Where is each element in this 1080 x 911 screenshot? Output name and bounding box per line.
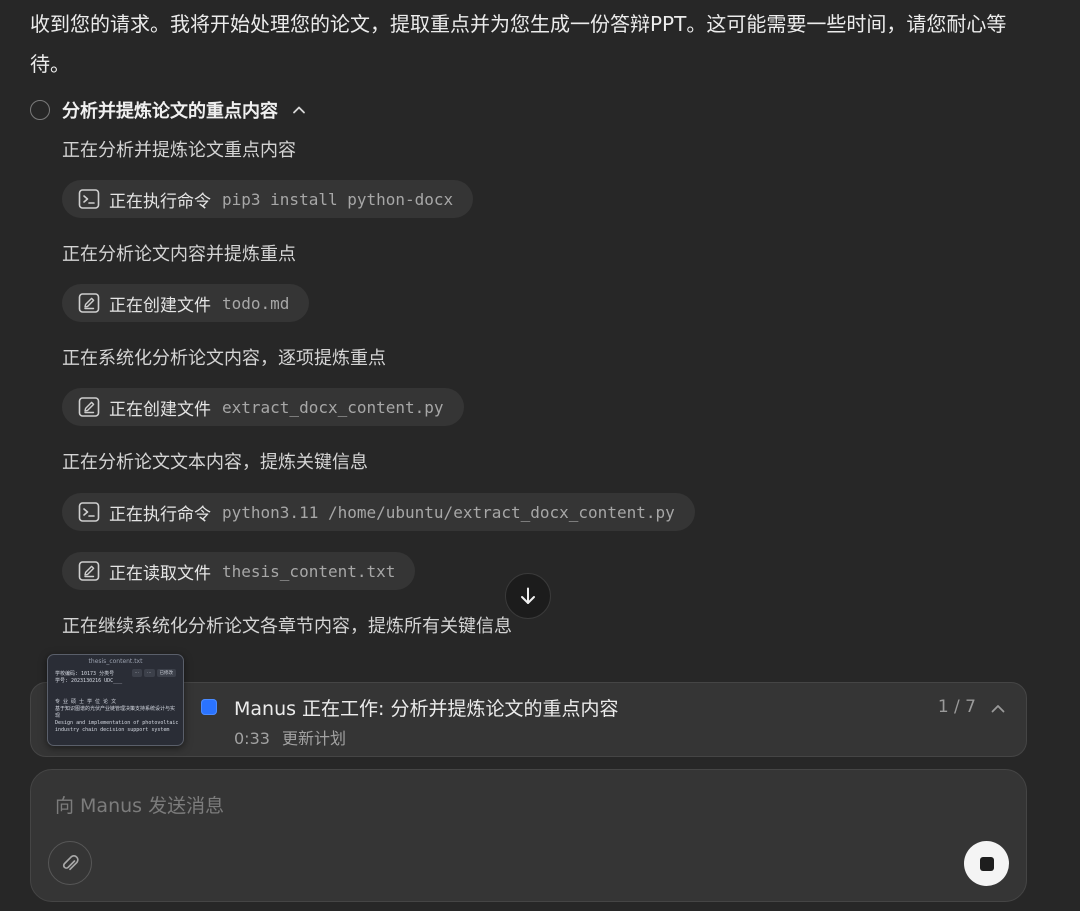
stop-button[interactable] bbox=[964, 841, 1009, 886]
chat-page: 收到您的请求。我将开始处理您的论文，提取重点并为您生成一份答辩PPT。这可能需要… bbox=[0, 0, 1080, 911]
task-title: 分析并提炼论文的重点内容 bbox=[62, 101, 278, 122]
step-action[interactable]: 正在创建文件 extract_docx_content.py bbox=[62, 388, 464, 426]
arrow-down-icon bbox=[521, 587, 535, 604]
assistant-message: 收到您的请求。我将开始处理您的论文，提取重点并为您生成一份答辩PPT。这可能需要… bbox=[30, 12, 1007, 76]
chevron-up-icon[interactable] bbox=[292, 103, 306, 117]
thumbnail-line: 学号: 2023130216 UDC___ bbox=[55, 678, 123, 684]
chevron-up-icon[interactable] bbox=[990, 701, 1006, 717]
thumbnail-content: 学校编码: 10173 分类号 学号: 2023130216 UDC___ 专 … bbox=[55, 671, 179, 734]
thumbnail-line: 基于知识图谱的光伏产业链管理决策支持系统设计与实现 bbox=[55, 706, 176, 719]
status-indicator bbox=[201, 699, 217, 715]
step-action[interactable]: 正在执行命令 python3.11 /home/ubuntu/extract_d… bbox=[62, 493, 695, 531]
status-title: Manus 正在工作: 分析并提炼论文的重点内容 bbox=[234, 698, 619, 720]
thumbnail-line bbox=[55, 685, 179, 692]
step-action-arg: python3.11 /home/ubuntu/extract_docx_con… bbox=[222, 502, 675, 522]
status-sub: 更新计划 bbox=[281, 729, 346, 748]
step-action[interactable]: 正在创建文件 todo.md bbox=[62, 284, 310, 322]
stop-icon bbox=[979, 856, 994, 871]
status-progress: 1 / 7 bbox=[937, 697, 976, 717]
task-header[interactable]: 分析并提炼论文的重点内容 bbox=[30, 97, 306, 123]
terminal-icon bbox=[78, 189, 100, 209]
terminal-icon bbox=[78, 502, 100, 522]
step-text: 正在分析论文内容并提炼重点 bbox=[62, 244, 296, 265]
step-action-arg: thesis_content.txt bbox=[222, 561, 396, 581]
step-text: 正在系统化分析论文内容，逐项提炼重点 bbox=[62, 348, 386, 369]
thumbnail-line: industry chain decision support system bbox=[55, 727, 170, 733]
step-action-label: 正在创建文件 bbox=[109, 399, 211, 420]
thumbnail-line: 学校编码: 10173 分类号 bbox=[55, 671, 115, 677]
message-input[interactable] bbox=[53, 790, 957, 822]
edit-icon bbox=[78, 293, 100, 313]
step-text: 正在分析论文文本内容，提炼关键信息 bbox=[62, 452, 368, 473]
circle-icon bbox=[30, 100, 50, 120]
status-subline: 0:33 更新计划 bbox=[234, 725, 346, 749]
step-action[interactable]: 正在执行命令 pip3 install python-docx bbox=[62, 180, 474, 218]
thumbnail-title: thesis_content.txt bbox=[88, 658, 143, 665]
paperclip-icon bbox=[62, 855, 79, 871]
step-action-arg: pip3 install python-docx bbox=[222, 189, 454, 209]
thumbnail-line: 专 业 硕 士 学 位 论 文 bbox=[55, 699, 117, 705]
step-text: 正在继续系统化分析论文各章节内容，提炼所有关键信息 bbox=[62, 616, 512, 637]
step-action[interactable]: 正在读取文件 thesis_content.txt bbox=[62, 552, 416, 590]
status-elapsed: 0:33 bbox=[234, 729, 270, 748]
edit-icon bbox=[78, 561, 100, 581]
message-composer bbox=[30, 769, 1027, 902]
computer-preview-thumbnail[interactable]: thesis_content.txt … … 已修改 学校编码: 10173 分… bbox=[47, 654, 184, 746]
edit-icon bbox=[78, 397, 100, 417]
thumbnail-line: Design and implementation of photovoltai… bbox=[55, 720, 179, 726]
scroll-to-bottom-button[interactable] bbox=[505, 573, 551, 619]
step-action-label: 正在执行命令 bbox=[109, 504, 211, 525]
step-action-label: 正在读取文件 bbox=[109, 563, 211, 584]
step-action-label: 正在创建文件 bbox=[109, 295, 211, 316]
step-action-arg: extract_docx_content.py bbox=[222, 397, 444, 417]
thumbnail-line bbox=[55, 692, 179, 699]
step-text: 正在分析并提炼论文重点内容 bbox=[62, 140, 296, 161]
attach-button[interactable] bbox=[48, 841, 92, 885]
step-action-arg: todo.md bbox=[222, 293, 290, 313]
step-action-label: 正在执行命令 bbox=[109, 191, 211, 212]
